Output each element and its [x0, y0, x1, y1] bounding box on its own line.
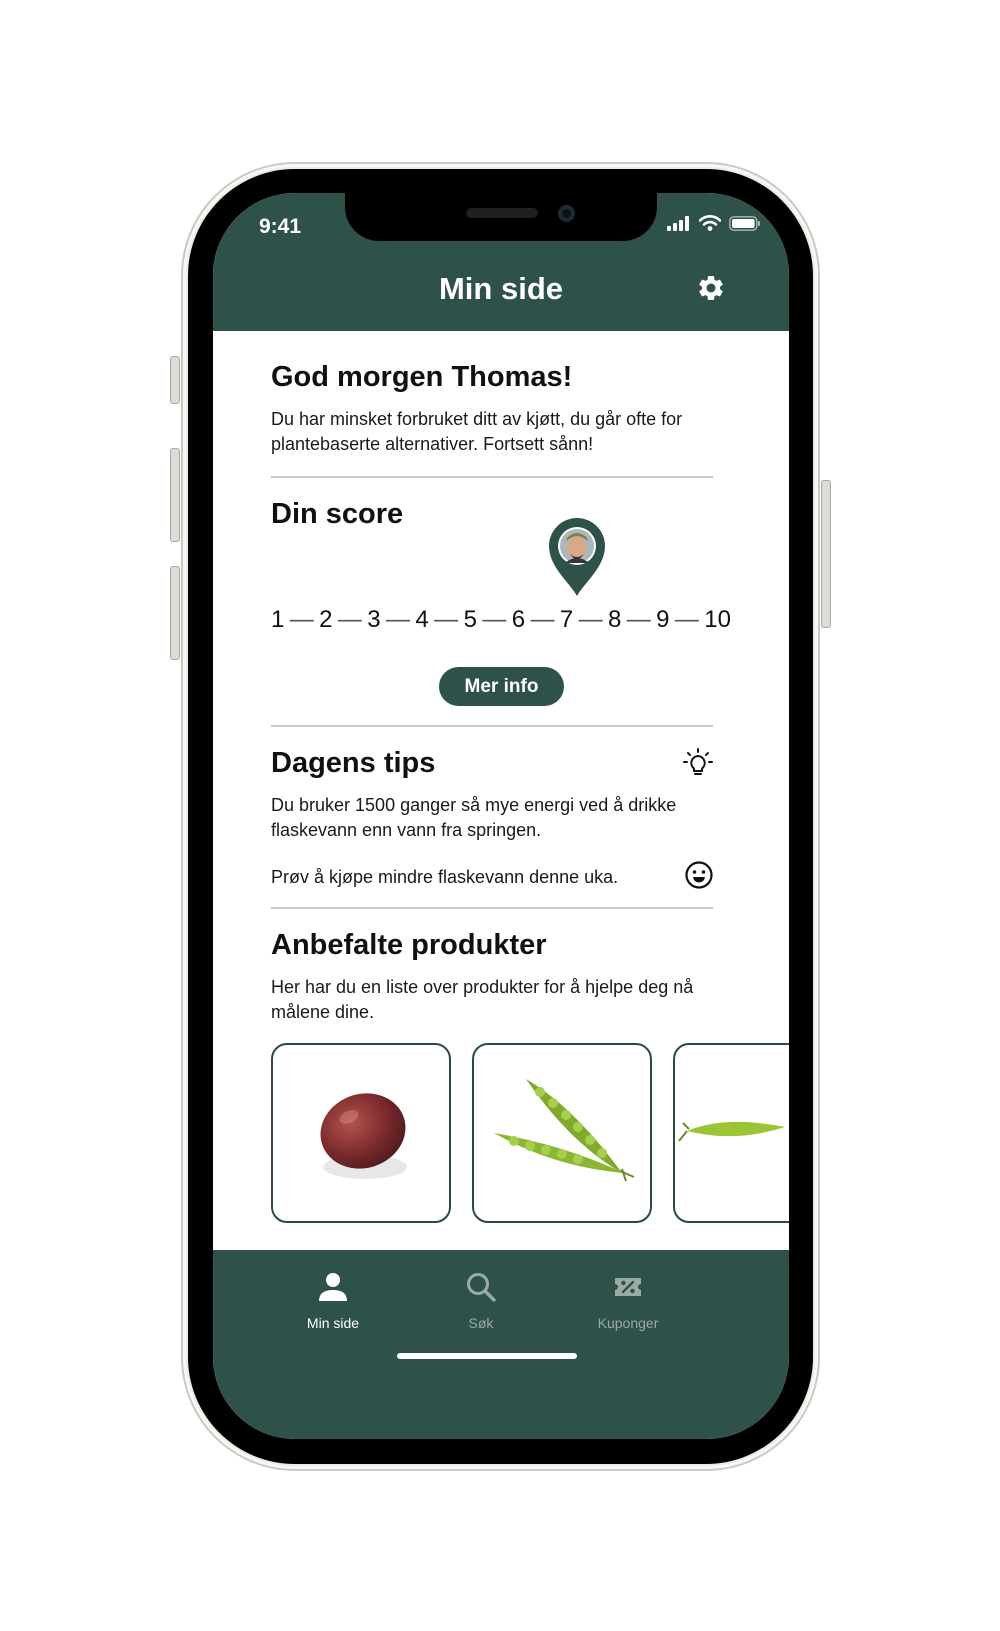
score-step: 8: [607, 606, 622, 633]
settings-button[interactable]: [691, 268, 731, 308]
greeting-title: God morgen Thomas!: [271, 361, 573, 393]
wifi-icon: [699, 215, 721, 231]
product-card-peas[interactable]: [472, 1043, 652, 1223]
score-step: 1: [271, 606, 285, 633]
score-separator: —: [578, 606, 603, 633]
tab-min-side[interactable]: Min side: [273, 1270, 393, 1331]
products-text: Her har du en liste over produkter for å…: [271, 977, 694, 1022]
notch: [345, 193, 657, 241]
speaker: [466, 208, 538, 218]
volume-down-button: [170, 566, 180, 660]
products-title: Anbefalte produkter: [271, 929, 547, 961]
status-icons: [667, 215, 761, 231]
score-separator: —: [530, 606, 555, 633]
tab-kuponger[interactable]: Kuponger: [568, 1270, 688, 1331]
lightbulb-icon: [683, 748, 713, 775]
search-icon: [467, 1273, 496, 1302]
divider: [271, 476, 713, 478]
score-step: 3: [367, 606, 381, 633]
smiley-icon: [685, 861, 713, 889]
mute-switch: [170, 356, 180, 404]
score-separator: —: [337, 606, 362, 633]
score-step: 4: [415, 606, 429, 633]
score-title: Din score: [271, 498, 404, 530]
battery-icon: [729, 215, 760, 231]
tab-bar: Min side Søk Kuponger: [213, 1250, 789, 1439]
coupon-icon: [615, 1278, 641, 1296]
score-step: 9: [656, 606, 670, 633]
score-separator: —: [626, 606, 651, 633]
mango-image: [320, 1093, 407, 1179]
tab-label: Søk: [468, 1315, 494, 1331]
divider: [271, 907, 713, 909]
score-separator: —: [482, 606, 507, 633]
tips-title: Dagens tips: [271, 747, 436, 779]
tab-label: Min side: [306, 1315, 360, 1331]
signal-icon: [667, 215, 689, 231]
score-separator: —: [434, 606, 459, 633]
divider: [271, 725, 713, 727]
tab-sok[interactable]: Søk: [421, 1270, 541, 1331]
gear-icon: [699, 275, 723, 300]
score-step: 5: [463, 606, 477, 633]
product-card-peas[interactable]: [673, 1043, 789, 1223]
score-step: 6: [511, 606, 526, 633]
tab-label: Kuponger: [597, 1315, 659, 1331]
more-info-button[interactable]: Mer info: [439, 667, 564, 706]
score-step: 7: [559, 606, 574, 633]
score-scale: 1 — 2 — 3 — 4 — 5 — 6 — 7 — 8 — 9 — 10: [271, 606, 731, 634]
volume-up-button: [170, 448, 180, 542]
score-pin-marker: [549, 518, 605, 596]
score-step: 2: [319, 606, 333, 633]
score-separator: —: [386, 606, 411, 633]
tips-text: Du bruker 1500 ganger så mye energi ved …: [271, 795, 677, 840]
tips-suggestion: Prøv å kjøpe mindre flaskevann denne uka…: [271, 867, 619, 887]
pea-pod-image: [494, 1079, 635, 1182]
score-separator: —: [674, 606, 699, 633]
score-separator: —: [289, 606, 314, 633]
power-button: [821, 480, 831, 628]
person-icon: [319, 1273, 347, 1301]
greeting-text: Du har minsket forbruket ditt av kjøtt, …: [271, 409, 683, 454]
product-card-mango[interactable]: [271, 1043, 451, 1223]
status-time: 9:41: [259, 215, 302, 238]
home-indicator[interactable]: [397, 1353, 577, 1359]
pea-pod-image: [678, 1121, 785, 1142]
score-step: 10: [704, 606, 731, 633]
front-camera: [558, 205, 575, 222]
phone-screen: 9:41 Min side God morgen Thomas! Du har …: [213, 193, 789, 1439]
